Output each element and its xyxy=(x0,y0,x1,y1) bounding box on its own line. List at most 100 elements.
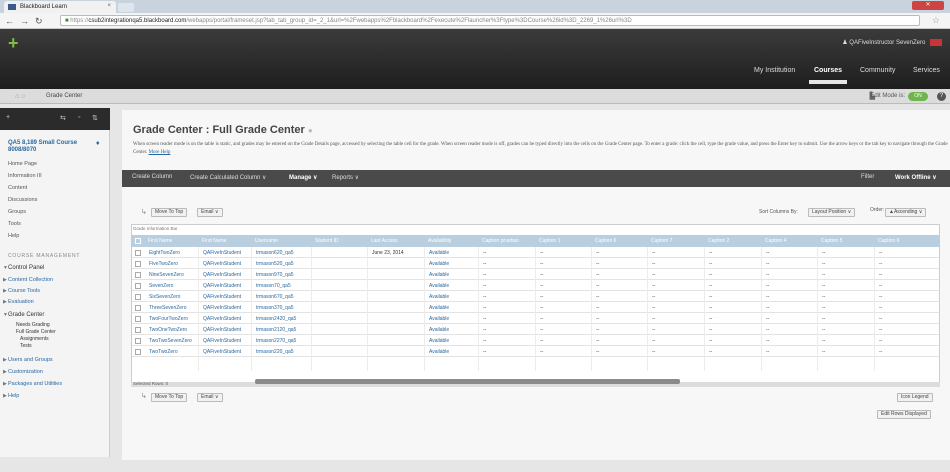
cell-availability[interactable]: Available xyxy=(429,250,449,256)
cell-grade[interactable]: -- xyxy=(709,272,712,278)
row-checkbox[interactable] xyxy=(135,305,141,311)
cell-grade[interactable]: -- xyxy=(822,294,825,300)
expand-icon[interactable]: ▶ xyxy=(3,393,7,399)
add-menu-item-icon[interactable]: + xyxy=(6,114,10,121)
cell-first-name[interactable]: TwoTwoZero xyxy=(149,349,178,355)
email-menu[interactable]: Email ∨ xyxy=(197,208,223,217)
new-tab-button[interactable] xyxy=(118,3,134,12)
pin-icon[interactable]: ♦ xyxy=(96,140,100,147)
sort-columns-select[interactable]: Layout Position ∨ xyxy=(808,208,856,217)
cell-grade[interactable]: -- xyxy=(652,261,655,267)
cell-availability[interactable]: Available xyxy=(429,338,449,344)
edit-rows-displayed-button[interactable]: Edit Rows Displayed xyxy=(877,410,931,419)
cell-grade[interactable]: -- xyxy=(879,349,882,355)
cp-content-collection[interactable]: Content Collection xyxy=(8,277,53,283)
close-tab-icon[interactable]: × xyxy=(107,3,111,9)
move-to-top-button-bottom[interactable]: Move To Top xyxy=(151,393,188,402)
cell-grade[interactable]: -- xyxy=(540,305,543,311)
edit-mode-on[interactable]: ON xyxy=(908,92,928,101)
bookmark-star-icon[interactable]: ☆ xyxy=(932,15,940,26)
folder-view-icon[interactable]: ◦ xyxy=(78,114,80,121)
cell-grade[interactable]: -- xyxy=(540,250,543,256)
cell-grade[interactable]: -- xyxy=(822,316,825,322)
cell-username[interactable]: trmason2270_qa5 xyxy=(256,338,296,344)
cell-first-name[interactable]: TwoTwoSevenZero xyxy=(149,338,192,344)
cell-grade[interactable]: -- xyxy=(596,305,599,311)
cell-grade[interactable]: -- xyxy=(766,261,769,267)
cell-grade[interactable]: -- xyxy=(652,316,655,322)
expand-icon[interactable]: ▶ xyxy=(3,299,7,305)
row-checkbox[interactable] xyxy=(135,294,141,300)
row-checkbox[interactable] xyxy=(135,349,141,355)
cell-grade[interactable]: -- xyxy=(652,305,655,311)
cell-last-name[interactable]: QAFiveInStudent xyxy=(203,349,241,355)
cell-grade[interactable]: -- xyxy=(822,305,825,311)
cell-grade[interactable]: -- xyxy=(879,338,882,344)
cell-availability[interactable]: Available xyxy=(429,305,449,311)
cell-grade[interactable]: -- xyxy=(822,338,825,344)
cell-grade[interactable]: -- xyxy=(652,283,655,289)
cell-last-name[interactable]: QAFiveInStudent xyxy=(203,250,241,256)
cell-availability[interactable]: Available xyxy=(429,261,449,267)
info-icon[interactable]: ● xyxy=(308,126,313,135)
cell-grade[interactable]: -- xyxy=(596,294,599,300)
cell-grade[interactable]: -- xyxy=(483,316,486,322)
cell-grade[interactable]: -- xyxy=(652,338,655,344)
icon-legend-button[interactable]: Icon Legend xyxy=(897,393,933,402)
cell-grade[interactable]: -- xyxy=(709,305,712,311)
cell-grade[interactable]: -- xyxy=(652,327,655,333)
cp-users-groups[interactable]: Users and Groups xyxy=(8,357,53,363)
course-title[interactable]: QA5 8,189 Small Course 8008/8070 xyxy=(8,140,88,154)
cell-grade[interactable]: -- xyxy=(483,327,486,333)
cell-grade[interactable]: -- xyxy=(596,261,599,267)
col-caption-pruebas[interactable]: Caption pruebas xyxy=(482,238,519,244)
cell-grade[interactable]: -- xyxy=(879,283,882,289)
cell-last-name[interactable]: QAFiveInStudent xyxy=(203,283,241,289)
cell-grade[interactable]: -- xyxy=(540,261,543,267)
cell-availability[interactable]: Available xyxy=(429,283,449,289)
filter-button[interactable]: Filter xyxy=(861,174,874,180)
more-help-link[interactable]: More Help xyxy=(149,150,171,155)
col-last-access[interactable]: Last Access xyxy=(371,238,398,244)
col-caption-7[interactable]: Caption 7 xyxy=(651,238,672,244)
cell-first-name[interactable]: TwoFourTwoZero xyxy=(149,316,188,322)
menu-discussions[interactable]: Discussions xyxy=(8,197,37,203)
cell-grade[interactable]: -- xyxy=(652,250,655,256)
cell-grade[interactable]: -- xyxy=(483,272,486,278)
cell-grade[interactable]: -- xyxy=(652,349,655,355)
help-icon[interactable]: ? xyxy=(937,92,946,101)
cell-last-access[interactable]: June 23, 2014 xyxy=(372,250,404,256)
cell-username[interactable]: trmason220_qa5 xyxy=(256,349,294,355)
cell-grade[interactable]: -- xyxy=(596,250,599,256)
cell-grade[interactable]: -- xyxy=(822,327,825,333)
cell-grade[interactable]: -- xyxy=(822,261,825,267)
cell-last-name[interactable]: QAFiveInStudent xyxy=(203,294,241,300)
cell-first-name[interactable]: NineSevenZero xyxy=(149,272,184,278)
cell-grade[interactable]: -- xyxy=(822,250,825,256)
cell-grade[interactable]: -- xyxy=(766,305,769,311)
reports-menu[interactable]: Reports ∨ xyxy=(332,174,359,181)
cell-grade[interactable]: -- xyxy=(540,283,543,289)
nav-my-institution[interactable]: My Institution xyxy=(754,67,795,74)
browser-tab[interactable]: Blackboard Learn × xyxy=(4,1,116,13)
row-checkbox[interactable] xyxy=(135,250,141,256)
edit-mode-toggle[interactable]: Edit Mode is: ON xyxy=(870,92,928,101)
cell-grade[interactable]: -- xyxy=(652,272,655,278)
gc-needs-grading[interactable]: Needs Grading xyxy=(16,322,50,328)
cell-availability[interactable]: Available xyxy=(429,272,449,278)
menu-help[interactable]: Help xyxy=(8,233,19,239)
nav-services[interactable]: Services xyxy=(913,67,940,74)
col-caption-2[interactable]: Caption 2 xyxy=(708,238,729,244)
cell-grade[interactable]: -- xyxy=(596,272,599,278)
back-arrow-icon[interactable]: ← xyxy=(5,16,14,26)
col-first-name[interactable]: First Name xyxy=(148,238,172,244)
cell-grade[interactable]: -- xyxy=(483,338,486,344)
col-last-name[interactable]: First Name xyxy=(202,238,226,244)
select-all-checkbox[interactable] xyxy=(135,238,141,244)
user-menu[interactable]: ♟ QAFiveInstructor SevenZero xyxy=(842,39,942,48)
window-close-icon[interactable]: ✕ xyxy=(912,1,944,10)
cell-grade[interactable]: -- xyxy=(483,261,486,267)
cp-course-tools[interactable]: Course Tools xyxy=(8,288,40,294)
cp-grade-center[interactable]: Grade Center xyxy=(8,312,44,318)
cell-grade[interactable]: -- xyxy=(879,316,882,322)
